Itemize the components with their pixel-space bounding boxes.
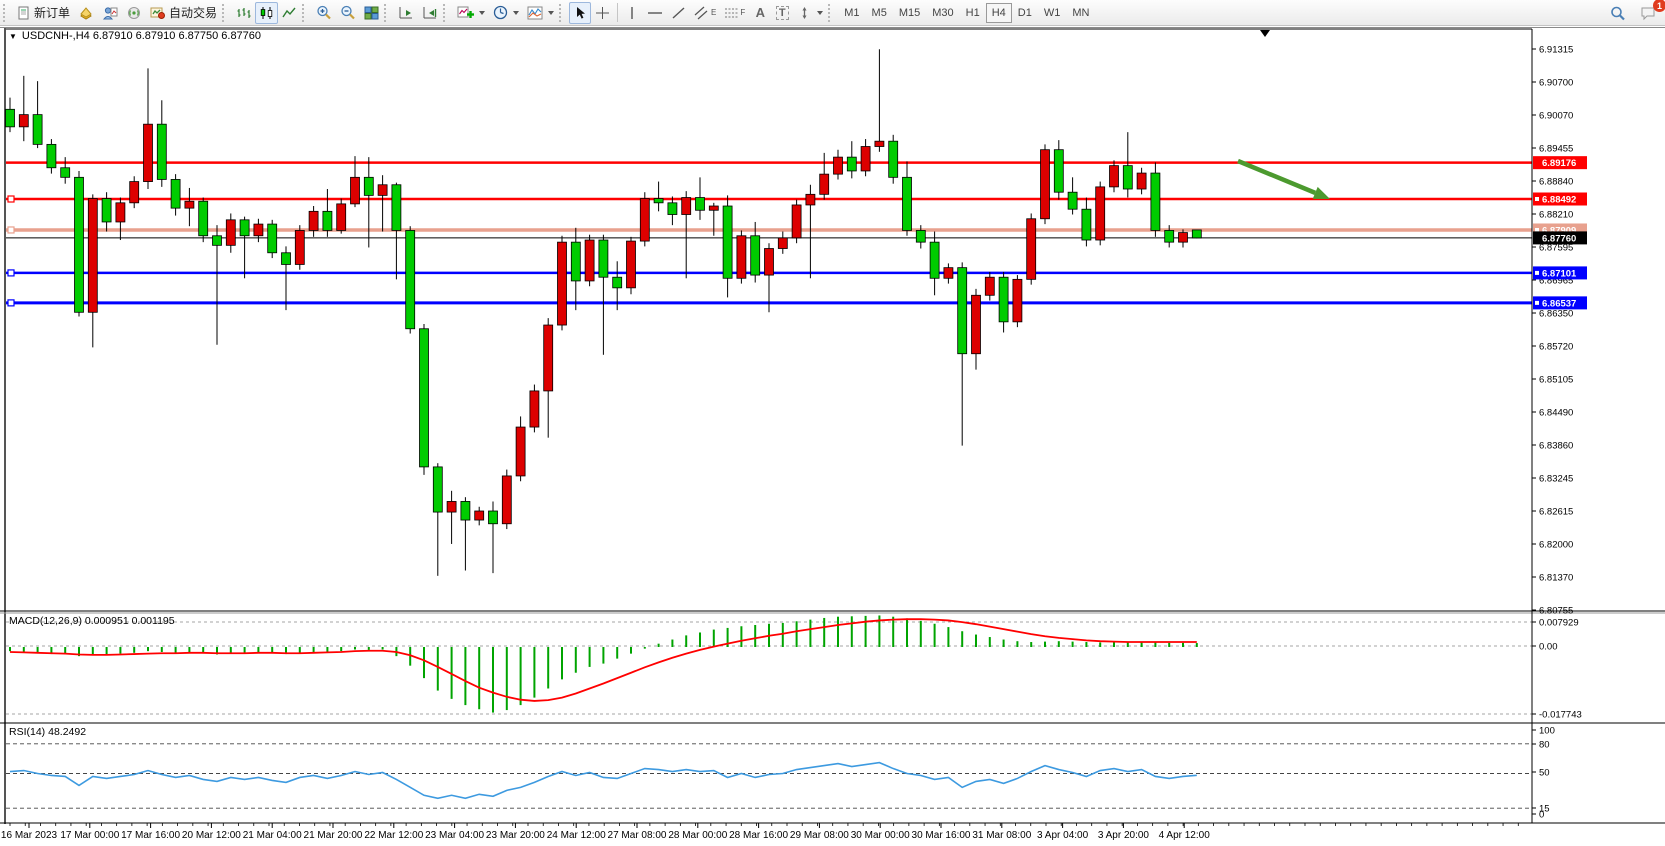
vertical-line-tool-button[interactable] xyxy=(621,2,643,24)
zoom-out-button[interactable] xyxy=(336,2,360,24)
clock-icon xyxy=(493,5,508,20)
profile-button[interactable] xyxy=(98,2,122,24)
chart-shift-button[interactable] xyxy=(418,2,442,24)
toolbar-separator xyxy=(617,3,618,22)
auto-trading-icon xyxy=(150,6,166,20)
collapse-chart-icon[interactable]: ▼ xyxy=(9,32,17,41)
market-watch-button[interactable] xyxy=(74,2,98,24)
text-tool-icon: A xyxy=(756,5,765,20)
auto-scroll-icon xyxy=(398,6,414,20)
text-tool-button[interactable]: A xyxy=(749,2,771,24)
arrows-icon xyxy=(797,6,812,20)
crosshair-icon xyxy=(595,6,610,20)
timeframe-w1-button[interactable]: W1 xyxy=(1038,3,1067,23)
gold-chart-icon xyxy=(78,6,94,20)
search-button[interactable] xyxy=(1606,2,1630,24)
price-axis[interactable] xyxy=(1533,55,1663,795)
chart-shift-icon xyxy=(422,6,438,20)
candlestick-chart-icon xyxy=(259,6,274,20)
tile-windows-button[interactable] xyxy=(360,2,383,24)
zoom-in-icon xyxy=(316,5,332,20)
svg-text:6.91315: 6.91315 xyxy=(1539,45,1573,56)
arrows-tool-button[interactable] xyxy=(793,2,827,24)
dropdown-arrow-icon xyxy=(548,11,554,15)
timeframe-d1-button[interactable]: D1 xyxy=(1012,3,1038,23)
toolbar-grip[interactable] xyxy=(384,4,391,22)
cursor-icon xyxy=(574,6,587,20)
auto-trading-button[interactable]: 自动交易 xyxy=(146,2,221,24)
toolbar-grip[interactable] xyxy=(3,4,10,22)
chart-canvas[interactable]: 6.913156.907006.900706.894556.888406.882… xyxy=(0,28,1665,846)
fibonacci-icon xyxy=(724,6,740,20)
timeframe-m5-button[interactable]: M5 xyxy=(866,3,893,23)
main-toolbar: 新订单 自动交易 xyxy=(0,0,1665,26)
notifications-button[interactable]: 1 xyxy=(1636,2,1661,24)
channel-sub-label: E xyxy=(711,8,716,17)
horizontal-line-tool-button[interactable] xyxy=(643,2,667,24)
rsi-indicator-label: RSI(14) 48.2492 xyxy=(9,726,86,738)
equidistant-channel-tool-button[interactable]: E xyxy=(690,2,720,24)
toolbar-grip[interactable] xyxy=(559,4,566,22)
timeframe-h4-button[interactable]: H4 xyxy=(986,3,1012,23)
tile-windows-icon xyxy=(364,6,379,20)
trendline-icon xyxy=(671,6,686,20)
new-order-label: 新订单 xyxy=(34,4,70,21)
channel-icon xyxy=(694,6,711,20)
text-label-tool-button[interactable]: T xyxy=(771,2,793,24)
periods-button[interactable] xyxy=(489,2,523,24)
auto-trading-label: 自动交易 xyxy=(169,4,217,21)
line-chart-icon xyxy=(282,6,297,20)
symbol-title-bar: ▼ USDCNH-,H4 6.87910 6.87910 6.87750 6.8… xyxy=(9,30,261,42)
auto-scroll-button[interactable] xyxy=(394,2,418,24)
toolbar-grip[interactable] xyxy=(443,4,450,22)
new-order-button[interactable]: 新订单 xyxy=(13,2,74,24)
zoom-out-icon xyxy=(340,5,356,20)
templates-icon xyxy=(527,6,543,20)
toolbar-grip[interactable] xyxy=(302,4,309,22)
templates-button[interactable] xyxy=(523,2,558,24)
toolbar-grip[interactable] xyxy=(222,4,229,22)
macd-indicator-label: MACD(12,26,9) 0.000951 0.001195 xyxy=(9,615,175,627)
new-order-icon xyxy=(17,6,31,20)
dropdown-arrow-icon xyxy=(513,11,519,15)
notification-badge: 1 xyxy=(1653,0,1665,12)
horizontal-line-icon xyxy=(647,6,663,20)
add-indicator-button[interactable] xyxy=(453,2,489,24)
symbol-ohlc-label: USDCNH-,H4 6.87910 6.87910 6.87750 6.877… xyxy=(22,30,261,42)
add-indicator-icon xyxy=(457,5,474,20)
timeframe-mn-button[interactable]: MN xyxy=(1066,3,1095,23)
signal-icon xyxy=(126,6,142,20)
crosshair-tool-button[interactable] xyxy=(591,2,614,24)
trendline-tool-button[interactable] xyxy=(667,2,690,24)
timeframe-m30-button[interactable]: M30 xyxy=(926,3,959,23)
search-icon xyxy=(1610,6,1626,21)
line-chart-mode-button[interactable] xyxy=(278,2,301,24)
dropdown-arrow-icon xyxy=(479,11,485,15)
svg-text:0: 0 xyxy=(1539,810,1544,821)
fibonacci-tool-button[interactable]: F xyxy=(720,2,749,24)
bar-chart-icon xyxy=(236,6,251,20)
zoom-in-button[interactable] xyxy=(312,2,336,24)
cursor-tool-button[interactable] xyxy=(569,2,591,24)
signal-button[interactable] xyxy=(122,2,146,24)
timeframe-m15-button[interactable]: M15 xyxy=(893,3,926,23)
time-axis[interactable] xyxy=(0,823,1530,845)
timeframe-m1-button[interactable]: M1 xyxy=(838,3,865,23)
vertical-line-icon xyxy=(627,6,637,20)
profile-icon xyxy=(102,6,118,20)
candle-chart-mode-button[interactable] xyxy=(255,2,278,24)
timeframe-h1-button[interactable]: H1 xyxy=(960,3,986,23)
fibo-sub-label: F xyxy=(740,8,745,17)
bar-chart-mode-button[interactable] xyxy=(232,2,255,24)
text-label-tool-icon: T xyxy=(776,6,789,20)
dropdown-arrow-icon xyxy=(817,11,823,15)
chart-window: 6.913156.907006.900706.894556.888406.882… xyxy=(0,27,1665,845)
toolbar-grip[interactable] xyxy=(828,4,835,22)
